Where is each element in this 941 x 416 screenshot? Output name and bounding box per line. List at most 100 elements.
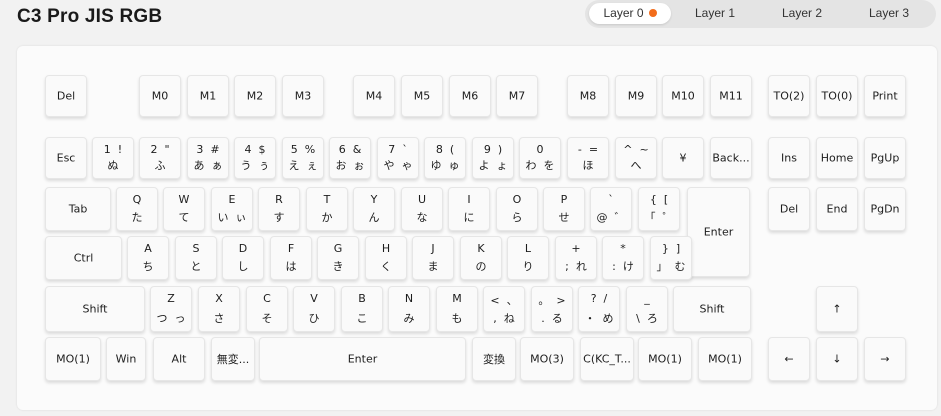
key-del[interactable]: Del: [45, 75, 87, 117]
key-s[interactable]: Sと: [175, 236, 217, 280]
key-m[interactable]: Mも: [436, 286, 478, 332]
key-del[interactable]: Del: [768, 187, 810, 231]
key-m11[interactable]: M11: [710, 75, 752, 117]
key-l[interactable]: Lり: [507, 236, 549, 280]
key-left-arrow[interactable]: ←: [768, 337, 810, 381]
key-t[interactable]: Tか: [306, 187, 348, 231]
key-f[interactable]: Fは: [270, 236, 312, 280]
key-muhenkan[interactable]: 無変...: [211, 337, 255, 381]
key-m1[interactable]: M1: [187, 75, 229, 117]
key-tab[interactable]: Tab: [45, 187, 111, 231]
key-label: M0: [151, 89, 169, 103]
key-3[interactable]: 3 # あ ぁ: [187, 137, 229, 179]
key-6[interactable]: 6 & お ぉ: [329, 137, 371, 179]
key-symbol[interactable]: < 、 , ね: [483, 286, 525, 332]
key-symbol[interactable]: ? / ・ め: [578, 286, 620, 332]
key-c[interactable]: Cそ: [246, 286, 288, 332]
key-m0[interactable]: M0: [139, 75, 181, 117]
key-enter[interactable]: Enter: [259, 337, 466, 381]
key-home[interactable]: Home: [816, 137, 858, 179]
key-label: M7: [508, 89, 526, 103]
key-mo-1[interactable]: MO(1): [698, 337, 752, 381]
key-label: M4: [365, 89, 383, 103]
key-end[interactable]: End: [816, 187, 858, 231]
key-alt[interactable]: Alt: [153, 337, 205, 381]
key-1[interactable]: 1 ! ぬ: [92, 137, 134, 179]
key-k[interactable]: Kの: [460, 236, 502, 280]
key-m6[interactable]: M6: [449, 75, 491, 117]
key-w[interactable]: Wて: [163, 187, 205, 231]
key-right-arrow[interactable]: →: [864, 337, 906, 381]
key-9[interactable]: 9 ) よ ょ: [472, 137, 514, 179]
key-j[interactable]: Jま: [412, 236, 454, 280]
key-m4[interactable]: M4: [353, 75, 395, 117]
key-symbol[interactable]: } ] 」 む: [650, 236, 692, 280]
tab-layer-1[interactable]: Layer 1: [674, 3, 756, 24]
key-8[interactable]: 8 (ゆ ゅ: [424, 137, 466, 179]
key-e[interactable]: E い ぃ: [211, 187, 253, 231]
key-p[interactable]: Pせ: [543, 187, 585, 231]
key-ctrl[interactable]: Ctrl: [45, 236, 122, 280]
key-m7[interactable]: M7: [496, 75, 538, 117]
key-pgdn[interactable]: PgDn: [864, 187, 906, 231]
key-d[interactable]: Dし: [222, 236, 264, 280]
key-to-2[interactable]: TO(2): [768, 75, 810, 117]
tab-layer-2[interactable]: Layer 2: [761, 3, 843, 24]
key-q[interactable]: Qた: [116, 187, 158, 231]
key-symbol[interactable]: ^ ~ へ: [615, 137, 657, 179]
key-down-arrow[interactable]: ↓: [816, 337, 858, 381]
key-0[interactable]: 0 わ を: [519, 137, 561, 179]
key-g[interactable]: Gき: [317, 236, 359, 280]
key-a[interactable]: Aち: [127, 236, 169, 280]
key-symbol[interactable]: 。 > . る: [531, 286, 573, 332]
key-esc[interactable]: Esc: [45, 137, 87, 179]
key-m3[interactable]: M3: [282, 75, 324, 117]
key-back[interactable]: Back...: [710, 137, 752, 179]
key-to-0[interactable]: TO(0): [816, 75, 858, 117]
key-y[interactable]: Yん: [353, 187, 395, 231]
key-enter[interactable]: Enter: [687, 187, 750, 277]
key-symbol[interactable]: + ; れ: [555, 236, 597, 280]
key-pgup[interactable]: PgUp: [864, 137, 906, 179]
key-m5[interactable]: M5: [401, 75, 443, 117]
key-print[interactable]: Print: [864, 75, 906, 117]
key-r[interactable]: Rす: [258, 187, 300, 231]
key-mo-1[interactable]: MO(1): [45, 337, 101, 381]
key-i[interactable]: Iに: [448, 187, 490, 231]
tab-layer-0[interactable]: Layer 0: [589, 3, 671, 24]
key-h[interactable]: Hく: [365, 236, 407, 280]
key-yen[interactable]: ¥: [662, 137, 704, 179]
key-7[interactable]: 7 ` や ゃ: [377, 137, 419, 179]
key-ins[interactable]: Ins: [768, 137, 810, 179]
key-symbol[interactable]: *: け: [602, 236, 644, 280]
key-m10[interactable]: M10: [662, 75, 704, 117]
key-4[interactable]: 4 $ う ぅ: [234, 137, 276, 179]
key-win[interactable]: Win: [106, 337, 146, 381]
key-m9[interactable]: M9: [615, 75, 657, 117]
key-shift[interactable]: Shift: [673, 286, 751, 332]
key-shift[interactable]: Shift: [45, 286, 145, 332]
key-symbol[interactable]: - = ほ: [567, 137, 609, 179]
key-2[interactable]: 2 " ふ: [139, 137, 181, 179]
key-v[interactable]: Vひ: [293, 286, 335, 332]
key-mo-1[interactable]: MO(1): [638, 337, 692, 381]
key-symbol[interactable]: ` @ ゛: [590, 187, 632, 231]
tab-label: Layer 0: [603, 6, 644, 20]
key-z[interactable]: Z つ っ: [150, 286, 192, 332]
key-symbol[interactable]: _ \ ろ: [626, 286, 668, 332]
key-mo-3[interactable]: MO(3): [520, 337, 574, 381]
key-m2[interactable]: M2: [234, 75, 276, 117]
tab-layer-3[interactable]: Layer 3: [848, 3, 930, 24]
key-up-arrow[interactable]: ↑: [816, 286, 858, 332]
key-label: Print: [872, 89, 898, 103]
key-o[interactable]: Oら: [496, 187, 538, 231]
key-b[interactable]: Bこ: [341, 286, 383, 332]
key-u[interactable]: Uな: [401, 187, 443, 231]
key-n[interactable]: Nみ: [388, 286, 430, 332]
key-m8[interactable]: M8: [567, 75, 609, 117]
key-c-kc-t[interactable]: C(KC_T...: [580, 337, 634, 381]
key-symbol[interactable]: { [「 ゜: [638, 187, 680, 231]
key-henkan[interactable]: 変換: [472, 337, 516, 381]
key-x[interactable]: Xさ: [198, 286, 240, 332]
key-5[interactable]: 5 % え ぇ: [282, 137, 324, 179]
